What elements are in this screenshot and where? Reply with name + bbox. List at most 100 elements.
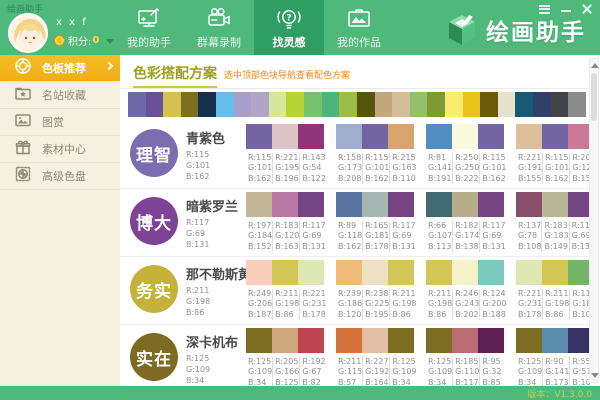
rgb-value-line: B:34	[248, 378, 272, 386]
nav-color-swatch[interactable]	[339, 92, 357, 117]
rgb-value-column: R:221G:231B:178	[299, 289, 326, 320]
rgb-value-line: B:131	[572, 242, 590, 252]
rgb-value-line: G:109	[392, 367, 416, 377]
group-swatches	[246, 328, 324, 353]
nav-color-swatch[interactable]	[128, 92, 146, 117]
rgb-value-line: B:113	[428, 242, 452, 252]
swatch-group: R:81G:141B:191R:250G:250B:222R:115G:101B…	[426, 124, 504, 184]
nav-color-swatch[interactable]	[551, 92, 569, 117]
palette-info: 青紫色R:115G:101B:162	[186, 121, 238, 182]
rgb-value-line: G:250	[455, 163, 479, 173]
nav-color-swatch[interactable]	[216, 92, 234, 117]
rgb-value-line: B:178	[518, 310, 542, 320]
nav-color-swatch[interactable]	[357, 92, 375, 117]
nav-color-swatch[interactable]	[322, 92, 340, 117]
sidebar-item-sites[interactable]: 名站收藏	[0, 82, 120, 109]
rgb-value-line: R:137	[518, 221, 541, 231]
group-values: R:221G:191B:155R:115G:101B:162R:204G:121…	[516, 153, 590, 184]
rgb-value-line: R:197	[248, 221, 272, 231]
scrollbar[interactable]	[589, 58, 599, 383]
nav-color-swatch[interactable]	[181, 92, 199, 117]
tab-record[interactable]: 群幕录制	[184, 0, 254, 55]
sidebar-item-palette[interactable]: 色板推荐	[0, 55, 120, 82]
nav-color-swatch[interactable]	[234, 92, 252, 117]
group-swatches	[516, 328, 590, 353]
scroll-down-icon[interactable]	[591, 373, 599, 378]
swatch-group: R:239G:186B:120R:238G:225B:195R:211G:198…	[336, 260, 414, 320]
nav-color-swatch[interactable]	[375, 92, 393, 117]
rgb-value-line: G:173	[338, 163, 362, 173]
color-swatch	[426, 192, 452, 217]
rgb-value-line: B:196	[275, 174, 299, 184]
chevron-down-icon[interactable]	[106, 39, 114, 44]
palette-row: 实在深卡机布R:125G:109B:34R:125G:109B:34R:205G…	[120, 325, 590, 386]
tab-works[interactable]: 我的作品	[324, 0, 394, 55]
rgb-value-column: R:185G:110B:117	[452, 357, 479, 386]
rgb-value-column: R:238G:225B:195	[362, 289, 389, 320]
tab-assistant[interactable]: 我的助手	[114, 0, 184, 55]
tab-inspiration[interactable]: ?找灵感	[254, 0, 324, 55]
sidebar-item-material[interactable]: 素材中心	[0, 136, 120, 163]
assistant-icon	[136, 6, 162, 32]
nav-color-swatch[interactable]	[568, 92, 586, 117]
nav-color-swatch[interactable]	[498, 92, 516, 117]
rgb-value-line: B:102	[572, 378, 590, 386]
nav-color-swatch[interactable]	[286, 92, 304, 117]
rgb-value-line: G:54	[302, 163, 325, 173]
rgb-value-line: B:162	[545, 174, 569, 184]
rgb-value-line: R:182	[455, 221, 479, 231]
avatar[interactable]	[8, 13, 48, 53]
rgb-value-line: G:198	[392, 299, 416, 309]
minimize-icon[interactable]	[561, 10, 571, 12]
color-swatch	[478, 260, 504, 285]
rgb-value-line: R:250	[455, 153, 479, 163]
color-swatch	[452, 260, 478, 285]
group-values: R:115G:101B:162R:221G:195B:196R:143G:54B…	[246, 153, 324, 184]
palette-base-rgb: R:117G:69B:131	[186, 218, 238, 250]
nav-color-swatch[interactable]	[251, 92, 269, 117]
sidebar-item-gallery[interactable]: 图赏	[0, 109, 120, 136]
rgb-value-column: R:221G:231B:178	[516, 289, 542, 320]
rgb-value-line: G:120	[275, 231, 299, 241]
rgb-value-line: R:183	[544, 221, 568, 231]
color-swatch	[478, 124, 504, 149]
nav-color-swatch[interactable]	[480, 92, 498, 117]
rgb-value-column: R:221G:191B:155	[516, 153, 542, 184]
rgb-value-line: B:138	[455, 242, 479, 252]
nav-color-swatch[interactable]	[163, 92, 181, 117]
scroll-up-icon[interactable]	[591, 63, 599, 68]
nav-color-swatch[interactable]	[533, 92, 551, 117]
nav-color-swatch[interactable]	[410, 92, 428, 117]
rgb-value-line: R:125	[392, 357, 416, 367]
rgb-value-line: B:57	[338, 378, 362, 386]
color-swatch	[478, 328, 504, 353]
color-swatch	[272, 124, 298, 149]
version-text: 版本：V1.3.0.0	[527, 387, 592, 400]
nav-color-swatch[interactable]	[392, 92, 410, 117]
rgb-value-line: R:158	[338, 153, 362, 163]
nav-color-swatch[interactable]	[269, 92, 287, 117]
rgb-value-line: B:178	[302, 310, 326, 320]
color-swatch	[336, 124, 362, 149]
rgb-value-line: R:221	[302, 289, 326, 299]
color-swatch	[568, 260, 590, 285]
palette-row: 理智青紫色R:115G:101B:162R:115G:101B:162R:221…	[120, 121, 590, 189]
nav-color-swatch[interactable]	[146, 92, 164, 117]
sidebar-item-wheel[interactable]: 高级色盘	[0, 163, 120, 190]
sidebar-item-label: 高级色盘	[42, 168, 86, 184]
swatch-group: R:125G:109B:34R:185G:110B:117R:95G:32B:8…	[426, 328, 504, 386]
rgb-value-line: R:238	[365, 289, 389, 299]
nav-color-swatch[interactable]	[304, 92, 322, 117]
main-content: 色彩搭配方案选中顶部色块导航查看配色方案 理智青紫色R:115G:101B:16…	[120, 55, 600, 386]
nav-color-swatch[interactable]	[463, 92, 481, 117]
scroll-thumb[interactable]	[591, 73, 597, 121]
nav-color-swatch[interactable]	[515, 92, 533, 117]
base-b-value: B:131	[186, 240, 238, 251]
rgb-value-column: R:158G:173B:208	[336, 153, 362, 184]
swatch-group: R:125G:109B:34R:205G:166B:125R:192G:67B:…	[246, 328, 324, 386]
rgb-value-line: G:141	[428, 163, 452, 173]
nav-color-swatch[interactable]	[445, 92, 463, 117]
nav-color-swatch[interactable]	[198, 92, 216, 117]
nav-color-swatch[interactable]	[427, 92, 445, 117]
rgb-value-column: R:239G:186B:120	[336, 289, 362, 320]
